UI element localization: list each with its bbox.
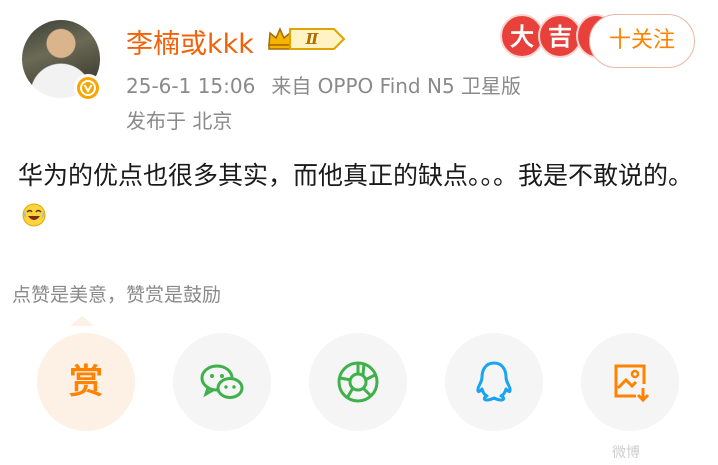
vip-level-badge[interactable]: Ⅱ xyxy=(288,27,346,51)
save-image-icon xyxy=(614,364,650,403)
reward-label: 赏 xyxy=(69,362,103,402)
follow-button[interactable]: 十关注 xyxy=(589,14,695,68)
post-time: 25-6-1 15:06 xyxy=(126,74,256,98)
tip-arrow xyxy=(70,316,94,326)
reward-tip: 点赞是美意，赞赏是鼓励 xyxy=(12,284,222,306)
share-qq-button[interactable] xyxy=(445,333,543,431)
post-body: 华为的优点也很多其实，而他真正的缺点。。。我是不敢说的。 xyxy=(18,161,694,190)
share-wechat-button[interactable] xyxy=(173,333,271,431)
verified-badge-icon xyxy=(74,74,102,102)
qq-icon xyxy=(476,361,512,402)
share-moments-button[interactable] xyxy=(309,333,407,431)
post-source[interactable]: 来自 OPPO Find N5 卫星版 xyxy=(271,74,521,98)
wechat-icon xyxy=(200,364,244,399)
username[interactable]: 李楠或kkk xyxy=(126,22,254,61)
moments-icon xyxy=(337,361,379,403)
post-meta: 25-6-1 15:06 来自 OPPO Find N5 卫星版 xyxy=(126,70,521,99)
reward-button[interactable]: 赏 xyxy=(37,333,135,431)
post-text: 华为的优点也很多其实，而他真正的缺点。。。我是不敢说的。 xyxy=(18,156,698,236)
laughing-tears-icon xyxy=(22,203,46,227)
post-location: 发布于 北京 xyxy=(126,109,233,133)
vip-level-label: Ⅱ xyxy=(305,30,320,48)
watermark: 微博 xyxy=(612,442,640,462)
save-image-button[interactable] xyxy=(581,333,679,431)
watermark-text: 微博 xyxy=(612,445,640,461)
